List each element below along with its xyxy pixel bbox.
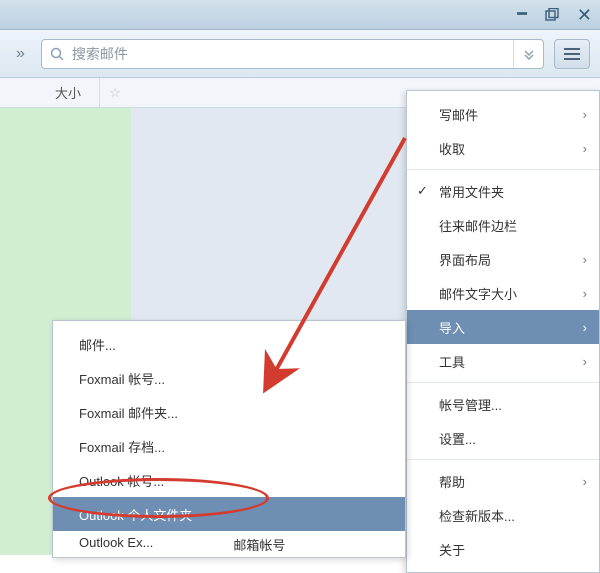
menu-compose[interactable]: 写邮件 › (407, 97, 599, 131)
menu-label: 工具 (439, 352, 465, 371)
submenu-mail[interactable]: 邮件... (53, 327, 405, 361)
toolbar-overflow-icon[interactable]: » (10, 45, 31, 63)
chevron-right-icon: › (583, 354, 587, 369)
chevron-right-icon: › (583, 474, 587, 489)
minimize-button[interactable]: ━ (517, 7, 527, 23)
menu-layout[interactable]: 界面布局 › (407, 242, 599, 276)
submenu-label: Outlook Ex... (79, 535, 153, 550)
star-column-header[interactable]: ☆ (100, 85, 130, 101)
submenu-label: Outlook 个人文件夹 (79, 505, 192, 524)
submenu-outlook-pst[interactable]: Outlook 个人文件夹 (53, 497, 405, 531)
menu-label: 往来邮件边栏 (439, 216, 517, 235)
menu-label: 界面布局 (439, 250, 491, 269)
search-dropdown-icon[interactable] (513, 40, 543, 68)
chevron-right-icon: › (583, 107, 587, 122)
search-field-wrapper (41, 39, 544, 69)
menu-receive[interactable]: 收取 › (407, 131, 599, 165)
menu-label: 常用文件夹 (439, 182, 504, 201)
submenu-foxmail-archive[interactable]: Foxmail 存档... (53, 429, 405, 463)
menu-tools[interactable]: 工具 › (407, 344, 599, 378)
menu-check-update[interactable]: 检查新版本... (407, 498, 599, 532)
chevron-right-icon: › (583, 320, 587, 335)
submenu-outlook-account[interactable]: Outlook 帐号... (53, 463, 405, 497)
menu-separator (407, 459, 599, 460)
submenu-label: Foxmail 邮件夹... (79, 403, 178, 422)
search-icon (42, 46, 72, 62)
menu-contacts-sidebar[interactable]: 往来邮件边栏 (407, 208, 599, 242)
menu-label: 检查新版本... (439, 506, 515, 525)
menu-label: 帮助 (439, 472, 465, 491)
menu-label: 收取 (439, 139, 465, 158)
menu-separator (407, 169, 599, 170)
submenu-outlook-more[interactable]: Outlook Ex... 邮箱帐号 (53, 531, 405, 551)
menu-help[interactable]: 帮助 › (407, 464, 599, 498)
size-column-header[interactable]: 大小 (0, 78, 100, 107)
toolbar: » (0, 30, 600, 78)
menu-label: 关于 (439, 540, 465, 559)
menu-account-management[interactable]: 帐号管理... (407, 387, 599, 421)
menu-label: 帐号管理... (439, 395, 502, 414)
menu-about[interactable]: 关于 (407, 532, 599, 566)
submenu-label: Outlook 帐号... (79, 471, 164, 490)
submenu-foxmail-account[interactable]: Foxmail 帐号... (53, 361, 405, 395)
submenu-foxmail-folder[interactable]: Foxmail 邮件夹... (53, 395, 405, 429)
menu-label: 导入 (439, 318, 465, 337)
maximize-button[interactable] (545, 8, 559, 22)
main-menu: 写邮件 › 收取 › ✓ 常用文件夹 往来邮件边栏 界面布局 › 邮件文字大小 … (406, 90, 600, 573)
submenu-label: 邮件... (79, 335, 116, 354)
chevron-right-icon: › (583, 252, 587, 267)
chevron-right-icon: › (583, 286, 587, 301)
window-titlebar: ━ ✕ (0, 0, 600, 30)
main-menu-button[interactable] (554, 39, 590, 69)
import-submenu: 邮件... Foxmail 帐号... Foxmail 邮件夹... Foxma… (52, 320, 406, 558)
menu-settings[interactable]: 设置... (407, 421, 599, 455)
chevron-right-icon: › (583, 141, 587, 156)
menu-font-size[interactable]: 邮件文字大小 › (407, 276, 599, 310)
submenu-label-extra: 邮箱帐号 (233, 535, 285, 551)
submenu-label: Foxmail 存档... (79, 437, 165, 456)
menu-separator (407, 382, 599, 383)
check-icon: ✓ (417, 183, 428, 199)
menu-import[interactable]: 导入 › (407, 310, 599, 344)
submenu-label: Foxmail 帐号... (79, 369, 165, 388)
menu-label: 写邮件 (439, 105, 478, 124)
close-button[interactable]: ✕ (577, 6, 592, 24)
search-input[interactable] (72, 46, 513, 62)
menu-common-folders[interactable]: ✓ 常用文件夹 (407, 174, 599, 208)
menu-label: 邮件文字大小 (439, 284, 517, 303)
menu-label: 设置... (439, 429, 476, 448)
